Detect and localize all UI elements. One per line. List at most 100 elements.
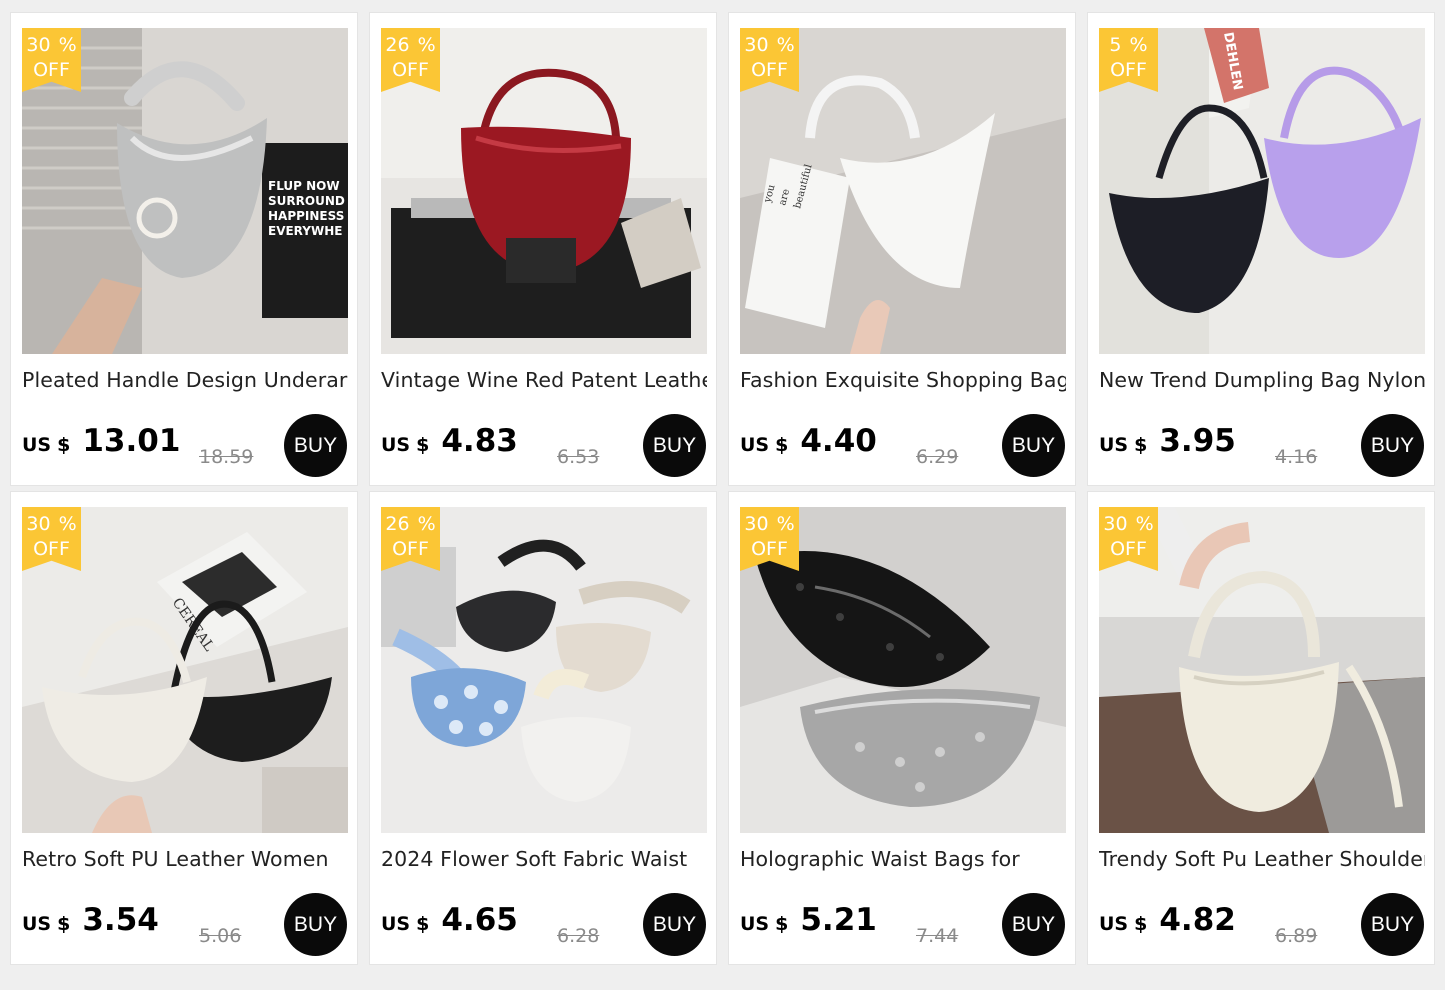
sale-price: 5.21 — [800, 902, 877, 938]
product-card[interactable]: you are beautiful 30% OFF Fashion Exquis… — [728, 12, 1076, 486]
original-price: 6.53 — [557, 446, 600, 468]
discount-off-label: OFF — [392, 538, 429, 560]
currency-symbol: $ — [416, 434, 430, 456]
product-card[interactable]: 26% OFF 2024 Flower Soft Fabric Waist US… — [369, 491, 717, 965]
price-row: US $ 3.54 — [22, 902, 159, 948]
currency-symbol: $ — [57, 434, 71, 456]
buy-button[interactable]: BUY — [643, 893, 706, 956]
poster-line: HAPPINESS — [268, 209, 344, 223]
discount-off-label: OFF — [751, 59, 788, 81]
sale-price: 3.95 — [1159, 423, 1236, 459]
currency-symbol: $ — [57, 913, 71, 935]
poster-line: FLUP NOW — [268, 179, 340, 193]
product-card[interactable]: CEREAL 30% OFF Retro Soft PU Leather Wom… — [10, 491, 358, 965]
currency-code: US — [1099, 434, 1129, 456]
product-title[interactable]: 2024 Flower Soft Fabric Waist — [381, 847, 707, 871]
currency-label: US $ — [1099, 434, 1147, 456]
original-price: 7.44 — [916, 925, 959, 947]
original-price: 5.06 — [199, 925, 242, 947]
price-row: US $ 4.82 — [1099, 902, 1236, 948]
percent-sign: % — [1135, 513, 1154, 535]
currency-symbol: $ — [775, 913, 789, 935]
product-title[interactable]: Retro Soft PU Leather Women — [22, 847, 348, 871]
buy-button[interactable]: BUY — [1002, 893, 1065, 956]
price-row: US $ 3.95 — [1099, 423, 1236, 469]
discount-off-label: OFF — [1110, 538, 1147, 560]
discount-percent: 26 — [385, 34, 410, 56]
original-price: 6.28 — [557, 925, 600, 947]
currency-label: US $ — [381, 913, 429, 935]
currency-label: US $ — [740, 913, 788, 935]
discount-percent: 30 — [744, 34, 769, 56]
product-title[interactable]: Trendy Soft Pu Leather Shoulder — [1099, 847, 1425, 871]
product-card[interactable]: DEHLEN 5% OFF New Trend Dumpling Bag Nyl… — [1087, 12, 1435, 486]
currency-symbol: $ — [1134, 913, 1148, 935]
currency-symbol: $ — [1134, 434, 1148, 456]
discount-percent: 5 — [1109, 34, 1122, 56]
sale-price: 13.01 — [82, 423, 181, 459]
buy-button[interactable]: BUY — [284, 414, 347, 477]
poster-line: SURROUND — [268, 194, 345, 208]
sale-price: 4.65 — [441, 902, 518, 938]
discount-off-label: OFF — [33, 59, 70, 81]
percent-sign: % — [1129, 34, 1148, 56]
currency-code: US — [740, 913, 770, 935]
currency-label: US $ — [381, 434, 429, 456]
product-card[interactable]: FLUP NOW SURROUND HAPPINESS EVERYWHE 30%… — [10, 12, 358, 486]
discount-off-label: OFF — [1110, 59, 1147, 81]
discount-off-label: OFF — [392, 59, 429, 81]
discount-percent: 30 — [1103, 513, 1128, 535]
product-grid: FLUP NOW SURROUND HAPPINESS EVERYWHE 30%… — [10, 12, 1435, 965]
currency-code: US — [1099, 913, 1129, 935]
price-row: US $ 4.40 — [740, 423, 877, 469]
discount-off-label: OFF — [33, 538, 70, 560]
sale-price: 3.54 — [82, 902, 159, 938]
original-price: 18.59 — [199, 446, 254, 468]
currency-symbol: $ — [416, 913, 430, 935]
buy-button[interactable]: BUY — [643, 414, 706, 477]
currency-label: US $ — [22, 434, 70, 456]
product-title[interactable]: New Trend Dumpling Bag Nylon — [1099, 368, 1425, 392]
percent-sign: % — [417, 513, 436, 535]
discount-percent: 30 — [26, 513, 51, 535]
price-row: US $ 4.65 — [381, 902, 518, 948]
sale-price: 4.40 — [800, 423, 877, 459]
product-title[interactable]: Holographic Waist Bags for — [740, 847, 1066, 871]
currency-code: US — [740, 434, 770, 456]
price-row: US $ 5.21 — [740, 902, 877, 948]
discount-percent: 30 — [26, 34, 51, 56]
buy-button[interactable]: BUY — [1002, 414, 1065, 477]
buy-button[interactable]: BUY — [1361, 893, 1424, 956]
product-card[interactable]: 30% OFF Holographic Waist Bags for US $ 5… — [728, 491, 1076, 965]
percent-sign: % — [776, 513, 795, 535]
currency-code: US — [22, 913, 52, 935]
price-row: US $ 4.83 — [381, 423, 518, 469]
product-title[interactable]: Pleated Handle Design Underarm — [22, 368, 348, 392]
poster-line: EVERYWHE — [268, 224, 342, 238]
product-card[interactable]: 26% OFF Vintage Wine Red Patent Leather … — [369, 12, 717, 486]
currency-code: US — [381, 434, 411, 456]
currency-label: US $ — [22, 913, 70, 935]
buy-button[interactable]: BUY — [1361, 414, 1424, 477]
currency-code: US — [22, 434, 52, 456]
currency-code: US — [381, 913, 411, 935]
currency-label: US $ — [740, 434, 788, 456]
percent-sign: % — [58, 34, 77, 56]
sale-price: 4.83 — [441, 423, 518, 459]
product-card[interactable]: 30% OFF Trendy Soft Pu Leather Shoulder … — [1087, 491, 1435, 965]
product-title[interactable]: Vintage Wine Red Patent Leather — [381, 368, 707, 392]
currency-label: US $ — [1099, 913, 1147, 935]
currency-symbol: $ — [775, 434, 789, 456]
sale-price: 4.82 — [1159, 902, 1236, 938]
discount-percent: 30 — [744, 513, 769, 535]
original-price: 6.89 — [1275, 925, 1318, 947]
discount-off-label: OFF — [751, 538, 788, 560]
product-title[interactable]: Fashion Exquisite Shopping Bag — [740, 368, 1066, 392]
buy-button[interactable]: BUY — [284, 893, 347, 956]
price-row: US $ 13.01 — [22, 423, 180, 469]
discount-percent: 26 — [385, 513, 410, 535]
percent-sign: % — [417, 34, 436, 56]
percent-sign: % — [58, 513, 77, 535]
percent-sign: % — [776, 34, 795, 56]
original-price: 6.29 — [916, 446, 959, 468]
